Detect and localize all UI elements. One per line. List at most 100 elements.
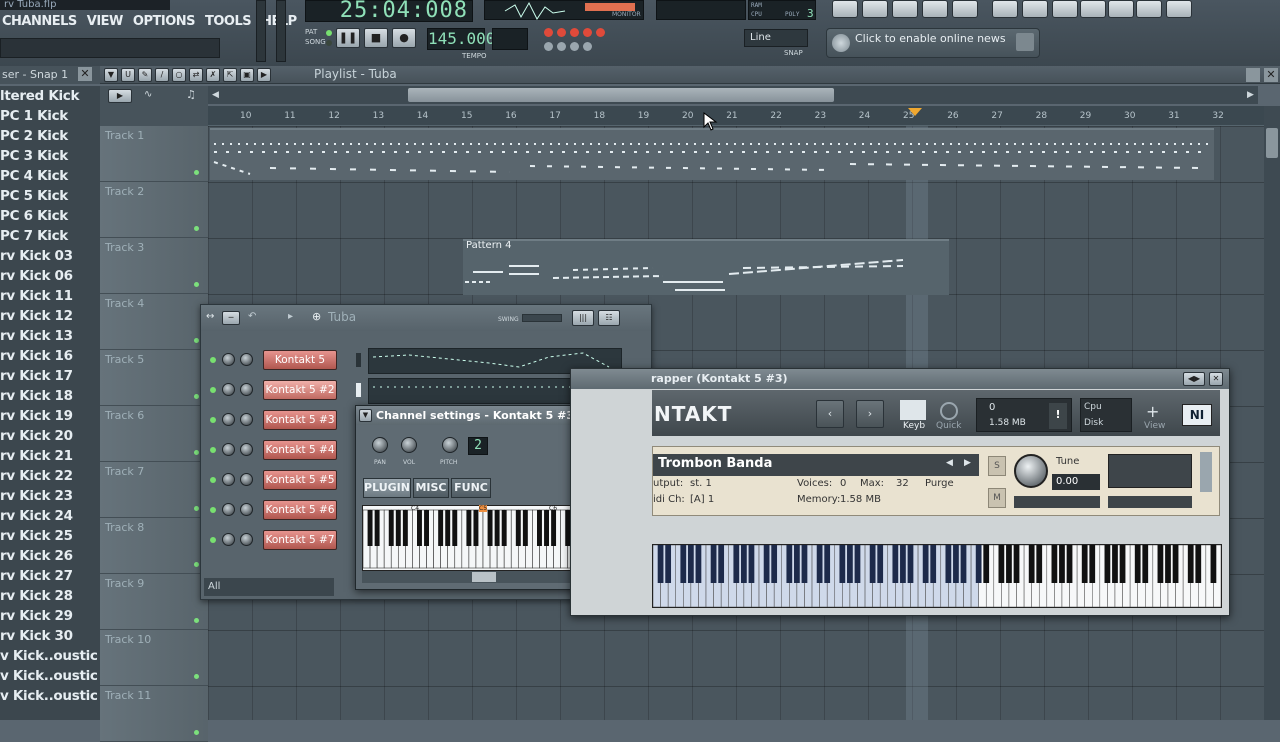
- kontakt-black-key[interactable]: [839, 545, 846, 583]
- black-key[interactable]: [367, 510, 373, 546]
- track-enable-led[interactable]: [194, 450, 199, 455]
- menu-arrow-icon[interactable]: ▼: [104, 68, 118, 82]
- browser-item[interactable]: rv Kick 13: [0, 326, 100, 346]
- kontakt-black-key[interactable]: [763, 545, 770, 583]
- browser-item[interactable]: PC 4 Kick: [0, 166, 100, 186]
- kontakt-black-key[interactable]: [847, 545, 853, 583]
- browser-item[interactable]: rv Kick 18: [0, 386, 100, 406]
- kontakt-black-key[interactable]: [998, 545, 1005, 583]
- channel-filter-select[interactable]: All: [204, 578, 334, 596]
- channel-mute-led[interactable]: [210, 537, 216, 543]
- black-key[interactable]: [537, 510, 542, 546]
- cut-icon[interactable]: [1080, 0, 1106, 18]
- pattern-next-icon[interactable]: ▸: [288, 311, 293, 322]
- pan-slider[interactable]: [1014, 496, 1100, 508]
- track-enable-led[interactable]: [194, 282, 199, 287]
- keyboard-editor-icon[interactable]: ☷: [598, 310, 620, 326]
- browser-item[interactable]: PC 3 Kick: [0, 146, 100, 166]
- browser-item[interactable]: PC 7 Kick: [0, 226, 100, 246]
- output-select[interactable]: st. 1: [690, 478, 712, 489]
- pan-knob[interactable]: [372, 437, 388, 453]
- browser-item[interactable]: PC 2 Kick: [0, 126, 100, 146]
- browser-item[interactable]: v Kick..oustic 01: [0, 646, 100, 666]
- black-key[interactable]: [438, 510, 444, 546]
- channel-volume-knob[interactable]: [240, 383, 253, 396]
- black-key[interactable]: [466, 510, 472, 546]
- kontakt-black-key[interactable]: [1157, 545, 1164, 583]
- black-key[interactable]: [487, 510, 493, 546]
- rack-next-icon[interactable]: ›: [856, 400, 884, 428]
- horizontal-scroll-thumb[interactable]: [408, 88, 834, 102]
- pattern-number-display[interactable]: [492, 28, 528, 50]
- kontakt-wrapper-title[interactable]: rapper (Kontakt 5 #3): [571, 369, 1229, 389]
- volume-slider[interactable]: [1108, 496, 1192, 508]
- instrument-prev-icon[interactable]: ◀: [946, 458, 953, 468]
- mute-tool-icon[interactable]: ○: [172, 68, 186, 82]
- rack-prev-icon[interactable]: ‹: [816, 400, 844, 428]
- menu-channels[interactable]: CHANNELS: [2, 14, 77, 34]
- magnet-icon[interactable]: U: [121, 68, 135, 82]
- kontakt-black-key[interactable]: [983, 545, 990, 583]
- kontakt-black-key[interactable]: [1112, 545, 1118, 583]
- kontakt-black-key[interactable]: [892, 545, 899, 583]
- browser-item[interactable]: rv Kick 24: [0, 506, 100, 526]
- channel-pan-knob[interactable]: [222, 383, 235, 396]
- kontakt-black-key[interactable]: [687, 545, 694, 583]
- midi-channel-select[interactable]: [A] 1: [690, 494, 714, 505]
- channel-mute-led[interactable]: [210, 387, 216, 393]
- blend-notes-toggle[interactable]: [544, 42, 553, 51]
- kontakt-black-key[interactable]: [1104, 545, 1111, 583]
- kontakt-black-key[interactable]: [741, 545, 747, 583]
- playlist-close-icon[interactable]: ✕: [1264, 68, 1278, 82]
- browser-item[interactable]: rv Kick 25: [0, 526, 100, 546]
- playback-tool-icon[interactable]: ▶: [257, 68, 271, 82]
- tab-plugin[interactable]: PLUGIN: [363, 478, 411, 498]
- browser-item[interactable]: v Kick..oustic 03: [0, 686, 100, 706]
- playlist-restore-icon[interactable]: [1246, 68, 1260, 82]
- black-key[interactable]: [424, 510, 429, 546]
- pitch-knob[interactable]: [442, 437, 458, 453]
- channel-pan-knob[interactable]: [222, 353, 235, 366]
- track-enable-led[interactable]: [194, 674, 199, 679]
- browser-item[interactable]: rv Kick 19: [0, 406, 100, 426]
- metronome-toggle[interactable]: [544, 28, 553, 37]
- kontakt-black-key[interactable]: [1142, 545, 1149, 583]
- channel-mute-led[interactable]: [210, 507, 216, 513]
- kontakt-black-key[interactable]: [930, 545, 937, 583]
- channel-pan-knob[interactable]: [222, 473, 235, 486]
- channel-mute-led[interactable]: [210, 357, 216, 363]
- warning-icon[interactable]: !: [1049, 403, 1067, 429]
- add-view-icon[interactable]: +: [1146, 402, 1159, 421]
- brush-icon[interactable]: /: [155, 68, 169, 82]
- pause-button[interactable]: ❚❚: [336, 28, 360, 48]
- track-enable-led[interactable]: [194, 394, 199, 399]
- menu-view[interactable]: VIEW: [87, 14, 124, 34]
- mini-keyboard-scroll-thumb[interactable]: [472, 572, 496, 582]
- sequencer-plus-icon[interactable]: ⊕: [312, 310, 321, 323]
- browser-item[interactable]: ltered Kick: [0, 86, 100, 106]
- kontakt-black-key[interactable]: [794, 545, 800, 583]
- kontakt-black-key[interactable]: [733, 545, 740, 583]
- channel-mute-led[interactable]: [210, 447, 216, 453]
- max-voices-value[interactable]: 32: [896, 478, 909, 489]
- select-tool-icon[interactable]: ⇱: [223, 68, 237, 82]
- kontakt-black-key[interactable]: [1172, 545, 1179, 583]
- kontakt-black-key[interactable]: [1066, 545, 1073, 583]
- black-key[interactable]: [395, 510, 401, 546]
- channel-mini-keyboard[interactable]: [362, 505, 604, 571]
- channel-volume-knob[interactable]: [240, 413, 253, 426]
- channel-pan-knob[interactable]: [222, 503, 235, 516]
- channel-pan-knob[interactable]: [222, 533, 235, 546]
- channel-mute-led[interactable]: [210, 417, 216, 423]
- black-key[interactable]: [452, 510, 458, 546]
- black-key[interactable]: [522, 510, 528, 546]
- tools-icon[interactable]: [1108, 0, 1134, 18]
- kontakt-black-key[interactable]: [718, 545, 725, 583]
- kontakt-black-key[interactable]: [665, 545, 672, 583]
- channel-select-indicator[interactable]: [356, 383, 361, 397]
- kontakt-black-key[interactable]: [869, 545, 876, 583]
- track-enable-led[interactable]: [194, 562, 199, 567]
- kontakt-black-key[interactable]: [960, 545, 967, 583]
- browser-item[interactable]: rv Kick 29: [0, 606, 100, 626]
- kontakt-black-key[interactable]: [854, 545, 861, 583]
